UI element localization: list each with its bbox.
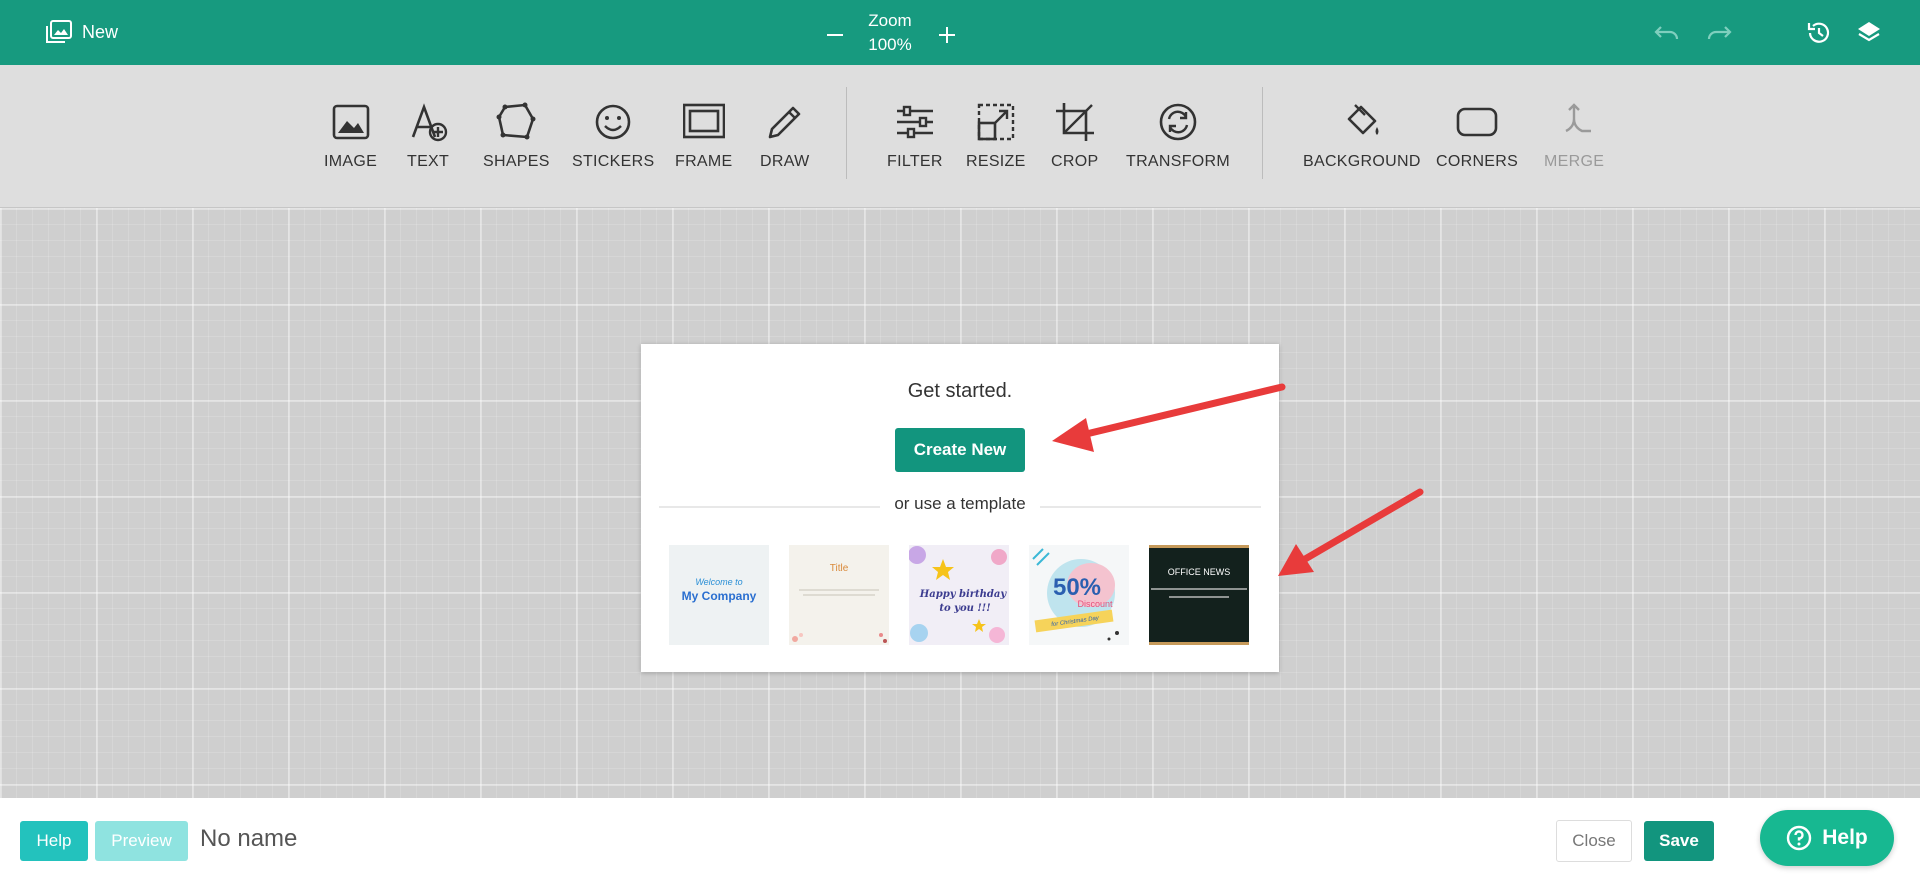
tool-label: FILTER xyxy=(887,153,943,170)
template-text: Discount xyxy=(1077,599,1113,609)
pencil-icon xyxy=(768,106,801,139)
paint-bucket-icon xyxy=(1347,104,1379,135)
create-new-button[interactable]: Create New xyxy=(895,428,1025,472)
save-button[interactable]: Save xyxy=(1644,821,1714,861)
document-title-area: New xyxy=(46,20,118,44)
template-thumbnail: Welcome to My Company xyxy=(669,545,769,645)
undo-icon xyxy=(1654,26,1679,40)
tool-crop[interactable]: CROP xyxy=(1051,101,1098,201)
tool-label: FRAME xyxy=(675,153,733,170)
template-discount[interactable]: 50% Discount for Christmas Day xyxy=(1029,545,1129,645)
floating-help-button[interactable]: Help xyxy=(1760,810,1894,866)
image-icon xyxy=(332,104,369,140)
tool-label: CROP xyxy=(1051,153,1099,170)
template-text: 50% xyxy=(1053,574,1101,601)
template-text: Happy birthday xyxy=(919,589,1008,600)
close-button[interactable]: Close xyxy=(1556,820,1632,862)
layers-button[interactable] xyxy=(1854,18,1884,48)
zoom-control: Zoom 100% xyxy=(820,8,960,58)
tool-resize[interactable]: RESIZE xyxy=(966,101,1026,201)
history-icon xyxy=(1807,22,1830,43)
preview-button[interactable]: Preview xyxy=(95,821,188,861)
template-text: OFFICE NEWS xyxy=(1168,567,1231,577)
template-thumbnail: OFFICE NEWS xyxy=(1149,545,1249,645)
frame-icon xyxy=(682,103,725,139)
tool-filter[interactable]: FILTER xyxy=(887,101,943,201)
tool-label: TRANSFORM xyxy=(1126,153,1231,170)
crop-icon xyxy=(1055,103,1094,141)
tool-label: MERGE xyxy=(1544,153,1605,170)
top-bar: New Zoom 100% xyxy=(0,0,1920,65)
template-text: Title xyxy=(830,563,849,574)
tool-background[interactable]: BACKGROUND xyxy=(1303,101,1421,201)
tool-transform[interactable]: TRANSFORM xyxy=(1126,101,1230,201)
resize-icon xyxy=(977,103,1014,141)
editor-canvas: Get started. Create New or use a templat… xyxy=(0,208,1920,798)
divider-text: or use a template xyxy=(880,494,1040,513)
tool-label: STICKERS xyxy=(572,153,655,170)
tool-shapes[interactable]: SHAPES xyxy=(483,101,550,201)
help-button[interactable]: Help xyxy=(20,821,88,861)
tool-label: SHAPES xyxy=(483,153,550,170)
merge-icon xyxy=(1565,103,1592,133)
template-thumbnail: Title xyxy=(789,545,889,645)
template-text: Welcome to xyxy=(695,577,742,587)
document-name[interactable]: No name xyxy=(200,825,297,853)
template-text: My Company xyxy=(682,589,757,603)
document-title: New xyxy=(82,21,119,42)
zoom-label: Zoom xyxy=(868,11,912,30)
template-thumbnail: Happy birthday to you !!! xyxy=(909,545,1009,645)
image-icon xyxy=(46,20,72,43)
tool-image[interactable]: IMAGE xyxy=(324,101,377,201)
template-title[interactable]: Title xyxy=(789,545,889,645)
tool-label: TEXT xyxy=(407,153,450,170)
tool-label: IMAGE xyxy=(324,153,378,170)
template-divider: or use a template xyxy=(641,494,1279,514)
toolbar-divider xyxy=(846,87,847,179)
tool-bar: IMAGE TEXT SHAPES STICKERS FRAME DRAW FI… xyxy=(0,65,1920,208)
template-birthday[interactable]: Happy birthday to you !!! xyxy=(909,545,1009,645)
zoom-value: 100% xyxy=(868,35,912,54)
shapes-icon xyxy=(496,102,536,140)
tool-label: RESIZE xyxy=(966,153,1026,170)
bottom-bar: Help Preview No name Close Save Help xyxy=(0,798,1920,882)
get-started-dialog: Get started. Create New or use a templat… xyxy=(641,344,1279,672)
tool-draw[interactable]: DRAW xyxy=(760,101,810,201)
redo-icon xyxy=(1707,26,1732,40)
floating-help-label: Help xyxy=(1822,826,1868,849)
tool-stickers[interactable]: STICKERS xyxy=(572,101,654,201)
minus-icon xyxy=(827,34,843,36)
template-text: to you !!! xyxy=(939,603,990,614)
rounded-corners-icon xyxy=(1456,107,1498,137)
tool-merge[interactable]: MERGE xyxy=(1544,101,1604,201)
zoom-in-button[interactable] xyxy=(932,20,962,50)
smiley-icon xyxy=(595,104,631,140)
sliders-icon xyxy=(896,105,933,139)
transform-icon xyxy=(1159,103,1197,141)
layers-icon xyxy=(1858,22,1880,42)
toolbar-divider xyxy=(1262,87,1263,179)
tool-label: DRAW xyxy=(760,153,810,170)
tool-corners[interactable]: CORNERS xyxy=(1436,101,1518,201)
dialog-heading: Get started. xyxy=(907,380,1013,402)
tool-label: CORNERS xyxy=(1436,153,1519,170)
help-circle-icon xyxy=(1787,825,1812,851)
template-welcome[interactable]: Welcome to My Company xyxy=(669,545,769,645)
tool-label: BACKGROUND xyxy=(1303,153,1421,170)
undo-button[interactable] xyxy=(1652,18,1682,48)
tool-text[interactable]: TEXT xyxy=(407,101,449,201)
zoom-out-button[interactable] xyxy=(820,20,850,50)
template-office-news[interactable]: OFFICE NEWS xyxy=(1149,545,1249,645)
history-button[interactable] xyxy=(1804,18,1834,48)
redo-button[interactable] xyxy=(1704,18,1734,48)
tool-frame[interactable]: FRAME xyxy=(675,101,733,201)
template-thumbnail: 50% Discount for Christmas Day xyxy=(1029,545,1129,645)
text-add-icon xyxy=(411,103,448,142)
plus-icon xyxy=(939,27,955,43)
